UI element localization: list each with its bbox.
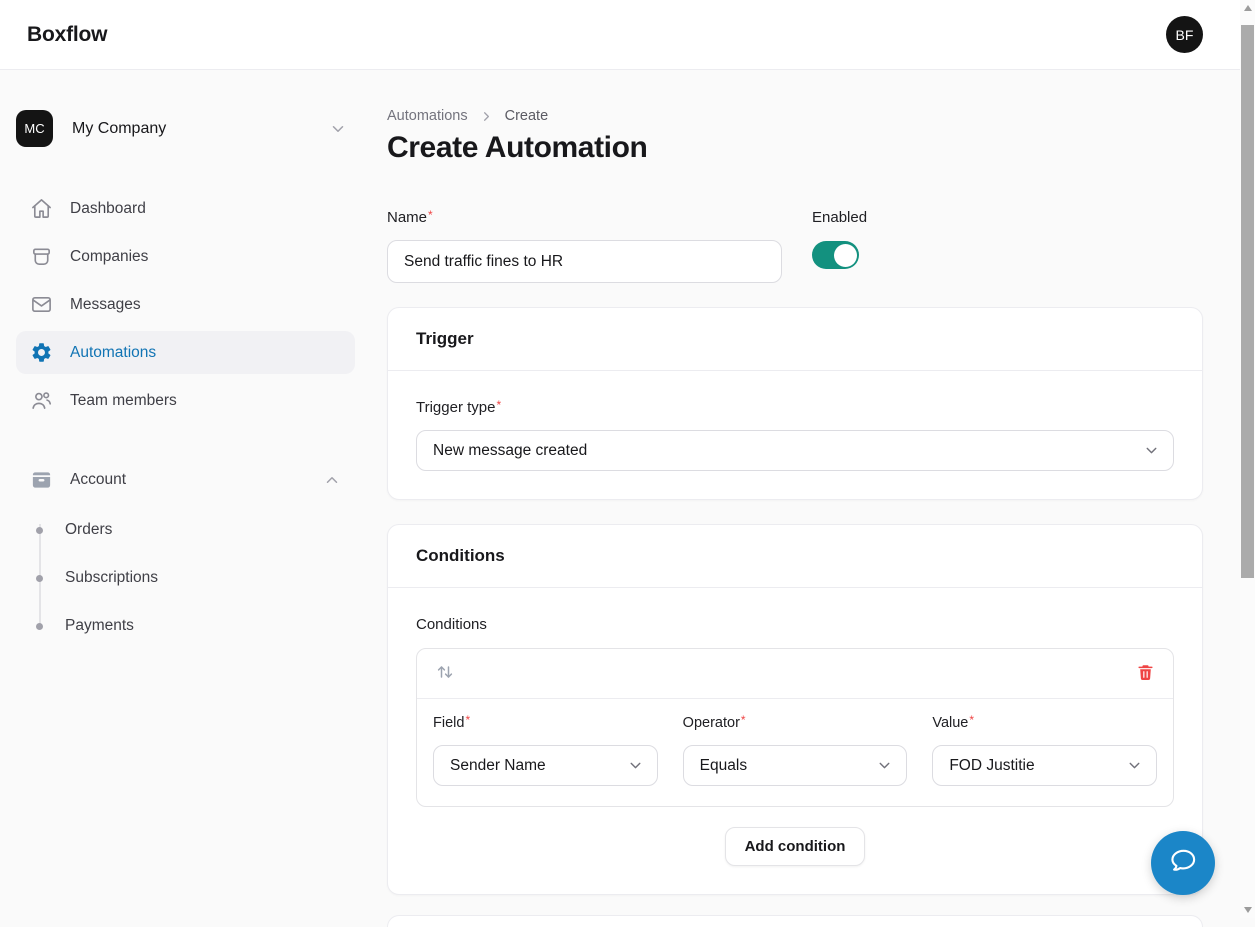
conditions-card-title: Conditions bbox=[388, 525, 1202, 588]
sidebar-item-label: Orders bbox=[65, 521, 112, 539]
conditions-card: Conditions Conditions bbox=[387, 524, 1203, 895]
scrollbar-up-arrow-icon[interactable] bbox=[1244, 5, 1252, 11]
breadcrumb-create: Create bbox=[505, 108, 549, 124]
required-asterisk: * bbox=[428, 208, 433, 222]
company-avatar: MC bbox=[16, 110, 53, 147]
home-icon bbox=[30, 197, 53, 220]
delete-condition-button[interactable] bbox=[1134, 661, 1157, 687]
field-select[interactable]: Sender Name bbox=[433, 745, 658, 786]
breadcrumb: Automations Create bbox=[387, 108, 1203, 124]
condition-operator-group: Operator* Equals bbox=[683, 714, 908, 786]
sidebar-item-companies[interactable]: Companies bbox=[16, 235, 355, 278]
chevron-down-icon bbox=[329, 120, 347, 138]
box-icon bbox=[30, 245, 53, 268]
value-value: FOD Justitie bbox=[949, 757, 1034, 775]
gear-icon bbox=[30, 341, 53, 364]
operator-label: Operator bbox=[683, 715, 740, 731]
sidebar: MC My Company Dashboard Companies Messag… bbox=[0, 70, 371, 918]
sidebar-section-gap bbox=[16, 427, 355, 458]
required-asterisk: * bbox=[465, 713, 470, 727]
chat-bubble-icon bbox=[1165, 843, 1201, 884]
add-condition-row: Add condition bbox=[416, 827, 1174, 866]
field-value: Sender Name bbox=[450, 757, 546, 775]
field-label: Field bbox=[433, 715, 464, 731]
sidebar-item-dashboard[interactable]: Dashboard bbox=[16, 187, 355, 230]
enabled-toggle[interactable] bbox=[812, 241, 859, 269]
name-input[interactable] bbox=[387, 240, 782, 283]
sidebar-item-label: Team members bbox=[70, 392, 177, 410]
condition-value-group: Value* FOD Justitie bbox=[932, 714, 1157, 786]
trigger-type-select[interactable]: New message created bbox=[416, 430, 1174, 471]
trash-icon bbox=[1136, 663, 1155, 685]
operator-select[interactable]: Equals bbox=[683, 745, 908, 786]
value-label: Value bbox=[932, 715, 968, 731]
chevron-up-icon bbox=[323, 471, 341, 489]
sidebar-item-automations[interactable]: Automations bbox=[16, 331, 355, 374]
trigger-card-body: Trigger type* New message created bbox=[388, 371, 1202, 499]
chevron-down-icon bbox=[627, 757, 644, 774]
trigger-card: Trigger Trigger type* New message create… bbox=[387, 307, 1203, 500]
sidebar-item-subscriptions[interactable]: Subscriptions bbox=[16, 554, 355, 602]
chevron-down-icon bbox=[1126, 757, 1143, 774]
name-enabled-row: Name* Enabled bbox=[387, 209, 1203, 283]
required-asterisk: * bbox=[496, 398, 501, 412]
sidebar-item-label: Automations bbox=[70, 344, 156, 362]
vertical-scrollbar[interactable] bbox=[1240, 0, 1255, 918]
trigger-type-value: New message created bbox=[433, 442, 587, 460]
chevron-down-icon bbox=[1143, 442, 1160, 459]
user-avatar[interactable]: BF bbox=[1166, 16, 1203, 53]
company-name: My Company bbox=[72, 120, 329, 138]
account-subnav: Orders Subscriptions Payments bbox=[16, 506, 355, 650]
name-label: Name bbox=[387, 209, 427, 226]
condition-row: Field* Sender Name Operator* E bbox=[416, 648, 1174, 807]
company-selector[interactable]: MC My Company bbox=[16, 110, 355, 147]
conditions-card-body: Conditions bbox=[388, 588, 1202, 894]
sort-handle[interactable] bbox=[433, 660, 457, 687]
required-asterisk: * bbox=[741, 713, 746, 727]
operator-value: Equals bbox=[700, 757, 747, 775]
condition-fields-row: Field* Sender Name Operator* E bbox=[417, 699, 1173, 806]
chevron-right-icon bbox=[479, 109, 494, 124]
conditions-group-label: Conditions bbox=[416, 616, 487, 633]
required-asterisk: * bbox=[969, 713, 974, 727]
breadcrumb-automations[interactable]: Automations bbox=[387, 108, 468, 124]
main-content: Automations Create Create Automation Nam… bbox=[371, 70, 1255, 918]
enabled-field-group: Enabled bbox=[812, 209, 867, 283]
trigger-type-label: Trigger type bbox=[416, 399, 495, 416]
condition-row-toolbar bbox=[417, 649, 1173, 699]
sidebar-item-label: Payments bbox=[65, 617, 134, 635]
bullet-icon bbox=[36, 527, 43, 534]
condition-field-group: Field* Sender Name bbox=[433, 714, 658, 786]
sidebar-item-account[interactable]: Account bbox=[16, 458, 355, 501]
trigger-card-title: Trigger bbox=[388, 308, 1202, 371]
top-bar: Boxflow BF bbox=[0, 0, 1255, 70]
sidebar-item-label: Dashboard bbox=[70, 200, 146, 218]
sidebar-item-label: Account bbox=[70, 471, 126, 489]
sidebar-item-team-members[interactable]: Team members bbox=[16, 379, 355, 422]
enabled-label: Enabled bbox=[812, 209, 867, 226]
page-title: Create Automation bbox=[387, 131, 1203, 165]
chat-fab-button[interactable] bbox=[1151, 831, 1215, 895]
sort-arrows-icon bbox=[435, 662, 455, 685]
briefcase-icon bbox=[30, 468, 53, 491]
envelope-icon bbox=[30, 293, 53, 316]
bullet-icon bbox=[36, 575, 43, 582]
bullet-icon bbox=[36, 623, 43, 630]
app-logo: Boxflow bbox=[27, 23, 107, 47]
add-condition-button[interactable]: Add condition bbox=[725, 827, 866, 866]
sidebar-item-label: Subscriptions bbox=[65, 569, 158, 587]
sidebar-item-payments[interactable]: Payments bbox=[16, 602, 355, 650]
toggle-knob bbox=[834, 244, 857, 267]
name-field-group: Name* bbox=[387, 209, 782, 283]
sidebar-item-messages[interactable]: Messages bbox=[16, 283, 355, 326]
value-select[interactable]: FOD Justitie bbox=[932, 745, 1157, 786]
users-icon bbox=[30, 389, 53, 412]
sidebar-item-label: Messages bbox=[70, 296, 141, 314]
scrollbar-thumb[interactable] bbox=[1241, 25, 1254, 578]
chevron-down-icon bbox=[876, 757, 893, 774]
scrollbar-down-arrow-icon[interactable] bbox=[1244, 907, 1252, 913]
next-card-top-edge bbox=[387, 915, 1203, 927]
sidebar-item-orders[interactable]: Orders bbox=[16, 506, 355, 554]
sidebar-item-label: Companies bbox=[70, 248, 148, 266]
